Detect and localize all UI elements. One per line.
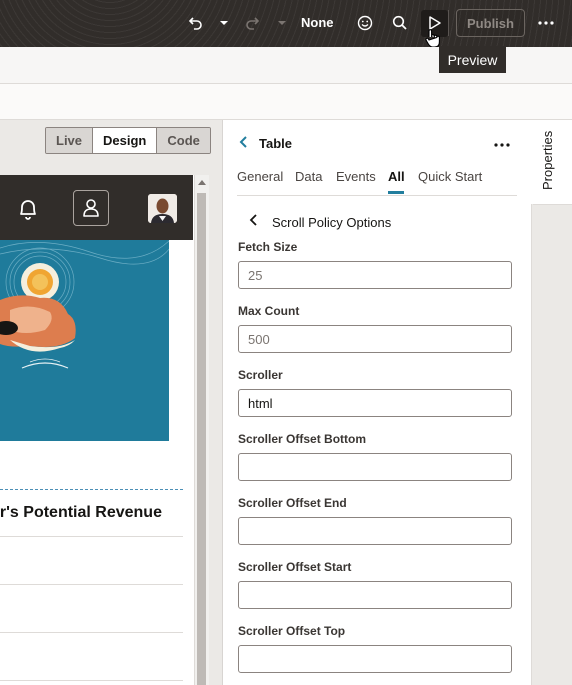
scroller-offset-start-input[interactable] bbox=[238, 581, 512, 609]
section-back-chevron-icon[interactable] bbox=[249, 213, 259, 230]
publish-button[interactable]: Publish bbox=[456, 9, 525, 37]
section-title: Scroll Policy Options bbox=[272, 215, 392, 230]
environment-selector[interactable]: None bbox=[301, 15, 334, 30]
properties-side-tab-label: Properties bbox=[540, 130, 555, 190]
tab-all[interactable]: All bbox=[388, 169, 405, 184]
hand-cursor-icon bbox=[423, 28, 443, 48]
tab-events[interactable]: Events bbox=[336, 169, 376, 184]
ellipsis-icon[interactable] bbox=[537, 12, 555, 34]
mode-design-button[interactable]: Design bbox=[93, 128, 158, 153]
user-menu-button[interactable] bbox=[73, 190, 109, 226]
properties-title: Table bbox=[259, 136, 292, 151]
field-label-fetch-size: Fetch Size bbox=[238, 240, 298, 254]
back-chevron-icon[interactable] bbox=[239, 135, 249, 153]
tertiary-toolbar bbox=[0, 84, 572, 120]
preview-tooltip: Preview bbox=[439, 46, 506, 73]
properties-tabs: General Data Events All Quick Start bbox=[237, 169, 517, 196]
hero-illustration bbox=[0, 240, 169, 441]
view-mode-switcher: Live Design Code bbox=[45, 127, 211, 154]
mode-live-button[interactable]: Live bbox=[46, 128, 94, 153]
mode-code-button[interactable]: Code bbox=[157, 128, 210, 153]
field-label-max-count: Max Count bbox=[238, 304, 300, 318]
tab-data[interactable]: Data bbox=[295, 169, 322, 184]
field-label-scroller: Scroller bbox=[238, 368, 283, 382]
toolbar-separator bbox=[448, 10, 449, 36]
scroller-offset-top-input[interactable] bbox=[238, 645, 512, 673]
redo-menu-chevron-icon[interactable] bbox=[277, 12, 287, 34]
redo-icon[interactable] bbox=[244, 12, 262, 34]
table-row[interactable] bbox=[0, 633, 183, 681]
field-label-scroller-offset-bottom: Scroller Offset Bottom bbox=[238, 432, 367, 446]
table-title: ar's Potential Revenue bbox=[0, 504, 162, 521]
scroll-up-arrow-icon[interactable] bbox=[198, 180, 206, 185]
properties-gutter bbox=[531, 204, 572, 685]
bell-icon[interactable] bbox=[17, 197, 39, 226]
user-icon bbox=[83, 199, 99, 217]
canvas-scroll-thumb[interactable] bbox=[197, 193, 206, 685]
avatar[interactable] bbox=[148, 194, 177, 223]
field-label-scroller-offset-start: Scroller Offset Start bbox=[238, 560, 352, 574]
tab-quick-start[interactable]: Quick Start bbox=[418, 169, 482, 184]
tab-general[interactable]: General bbox=[237, 169, 283, 184]
table-row[interactable] bbox=[0, 585, 183, 633]
fetch-size-input[interactable] bbox=[238, 261, 512, 289]
preview-spacer bbox=[169, 240, 194, 490]
field-label-scroller-offset-end: Scroller Offset End bbox=[238, 496, 347, 510]
active-tab-indicator bbox=[388, 191, 404, 194]
undo-icon[interactable] bbox=[186, 12, 204, 34]
scroller-offset-bottom-input[interactable] bbox=[238, 453, 512, 481]
undo-menu-chevron-icon[interactable] bbox=[219, 12, 229, 34]
table-row[interactable] bbox=[0, 537, 183, 585]
max-count-input[interactable] bbox=[238, 325, 512, 353]
properties-more-icon[interactable] bbox=[494, 134, 510, 152]
scroller-input[interactable] bbox=[238, 389, 512, 417]
search-icon[interactable] bbox=[391, 12, 409, 34]
field-label-scroller-offset-top: Scroller Offset Top bbox=[238, 624, 346, 638]
scroller-offset-end-input[interactable] bbox=[238, 517, 512, 545]
smiley-icon[interactable] bbox=[356, 12, 374, 34]
